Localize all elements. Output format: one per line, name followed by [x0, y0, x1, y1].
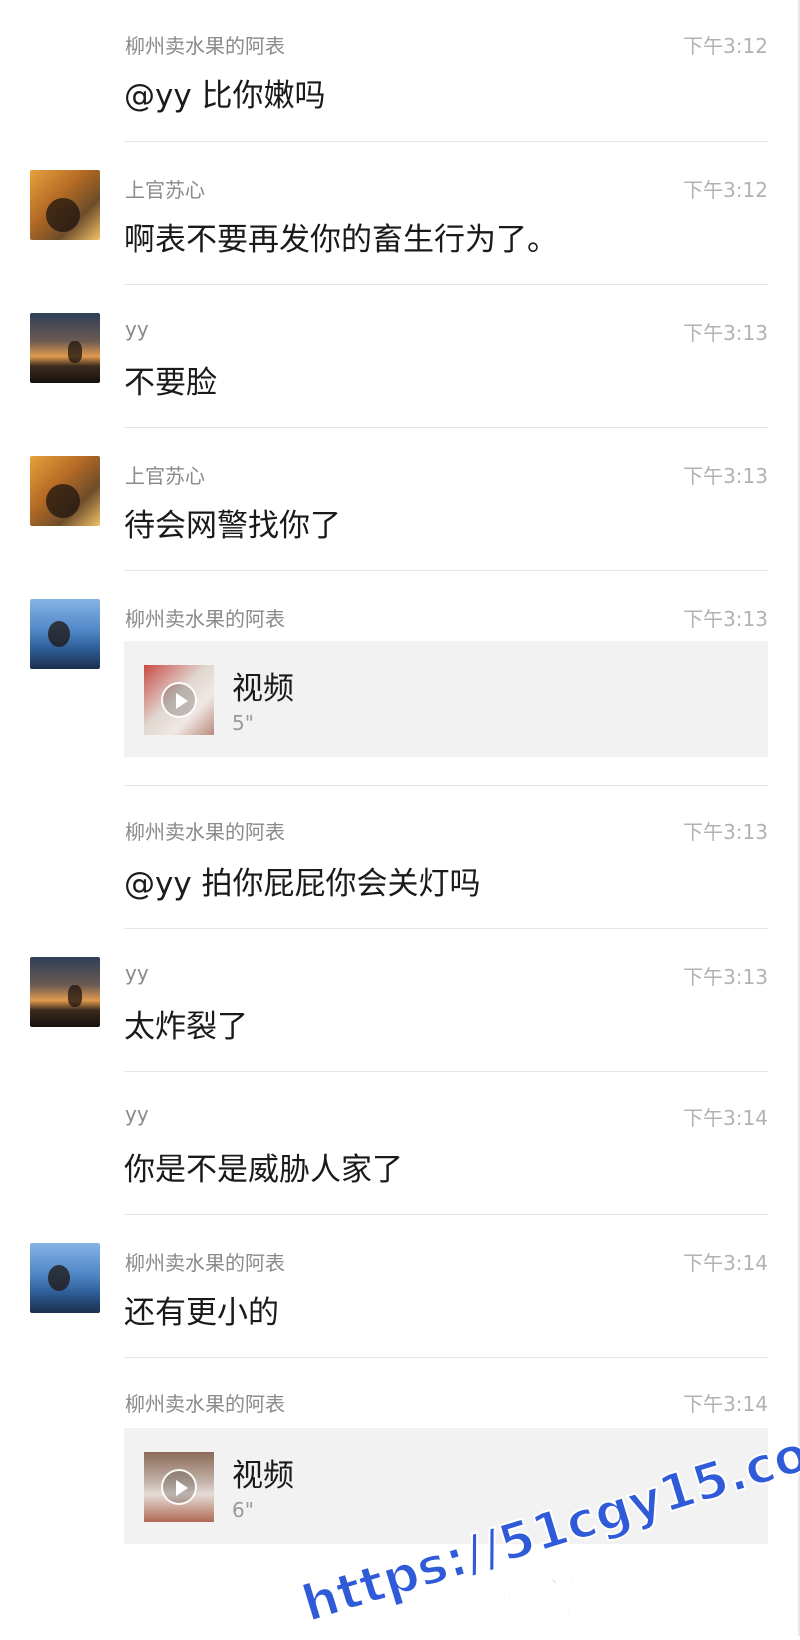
- sender-name: 上官苏心: [125, 178, 205, 202]
- chat-list: 柳州卖水果的阿表 下午3:12 @yy 比你嫩吗 上官苏心 下午3:12 啊表不…: [0, 0, 800, 1640]
- play-circle-icon[interactable]: [161, 682, 197, 718]
- video-message-card[interactable]: 视频 6": [124, 1428, 768, 1544]
- message-time: 下午3:12: [683, 178, 768, 202]
- sender-name: yy: [125, 317, 149, 341]
- message-text[interactable]: 啊表不要再发你的畜生行为了。: [124, 214, 558, 259]
- message-item: 上官苏心 下午3:13 待会网警找你了: [0, 428, 800, 571]
- play-circle-icon[interactable]: [161, 1469, 197, 1505]
- sender-name: 上官苏心: [125, 464, 205, 488]
- avatar[interactable]: [30, 313, 100, 383]
- message-time: 下午3:13: [683, 965, 768, 989]
- message-item: yy 下午3:13 不要脸: [0, 285, 800, 428]
- avatar[interactable]: [30, 957, 100, 1027]
- avatar[interactable]: [30, 170, 100, 240]
- sender-name: yy: [125, 961, 149, 985]
- message-item: 柳州卖水果的阿表 下午3:13 视频 5": [0, 571, 800, 786]
- message-time: 下午3:13: [683, 464, 768, 488]
- video-title: 视频: [232, 671, 294, 707]
- message-time: 下午3:14: [683, 1106, 768, 1130]
- message-time: 下午3:12: [683, 34, 768, 58]
- video-message-card[interactable]: 视频 5": [124, 641, 768, 757]
- message-text[interactable]: 太炸裂了: [124, 1001, 248, 1046]
- message-time: 下午3:13: [683, 820, 768, 844]
- message-text[interactable]: @yy 拍你屁屁你会关灯吗: [124, 858, 481, 903]
- video-thumbnail[interactable]: [144, 1452, 214, 1522]
- message-time: 下午3:13: [683, 607, 768, 631]
- message-text[interactable]: @yy 比你嫩吗: [124, 70, 326, 115]
- message-text[interactable]: 不要脸: [124, 357, 217, 402]
- message-item: 柳州卖水果的阿表 下午3:13 @yy 拍你屁屁你会关灯吗: [0, 786, 800, 929]
- video-duration: 6": [232, 1498, 254, 1522]
- avatar[interactable]: [30, 456, 100, 526]
- video-thumbnail[interactable]: [144, 665, 214, 735]
- sender-name: 柳州卖水果的阿表: [125, 820, 285, 844]
- sender-name: 柳州卖水果的阿表: [125, 607, 285, 631]
- message-item: yy 下午3:13 太炸裂了: [0, 929, 800, 1072]
- message-item: yy 下午3:14 你是不是威胁人家了: [0, 1072, 800, 1215]
- message-item: 柳州卖水果的阿表 下午3:14 还有更小的: [0, 1215, 800, 1358]
- message-time: 下午3:13: [683, 321, 768, 345]
- message-time: 下午3:14: [683, 1251, 768, 1275]
- avatar[interactable]: [30, 1243, 100, 1313]
- message-item: 柳州卖水果的阿表 下午3:14 视频 6": [0, 1358, 800, 1636]
- sender-name: yy: [125, 1102, 149, 1126]
- video-title: 视频: [232, 1458, 294, 1494]
- message-text[interactable]: 待会网警找你了: [124, 500, 341, 545]
- message-time: 下午3:14: [683, 1392, 768, 1416]
- avatar[interactable]: [30, 599, 100, 669]
- message-text[interactable]: 你是不是威胁人家了: [124, 1144, 403, 1189]
- video-duration: 5": [232, 711, 254, 735]
- message-item: 上官苏心 下午3:12 啊表不要再发你的畜生行为了。: [0, 142, 800, 285]
- message-item: 柳州卖水果的阿表 下午3:12 @yy 比你嫩吗: [0, 0, 800, 142]
- sender-name: 柳州卖水果的阿表: [125, 1392, 285, 1416]
- sender-name: 柳州卖水果的阿表: [125, 1251, 285, 1275]
- message-text[interactable]: 还有更小的: [124, 1287, 279, 1332]
- sender-name: 柳州卖水果的阿表: [125, 34, 285, 58]
